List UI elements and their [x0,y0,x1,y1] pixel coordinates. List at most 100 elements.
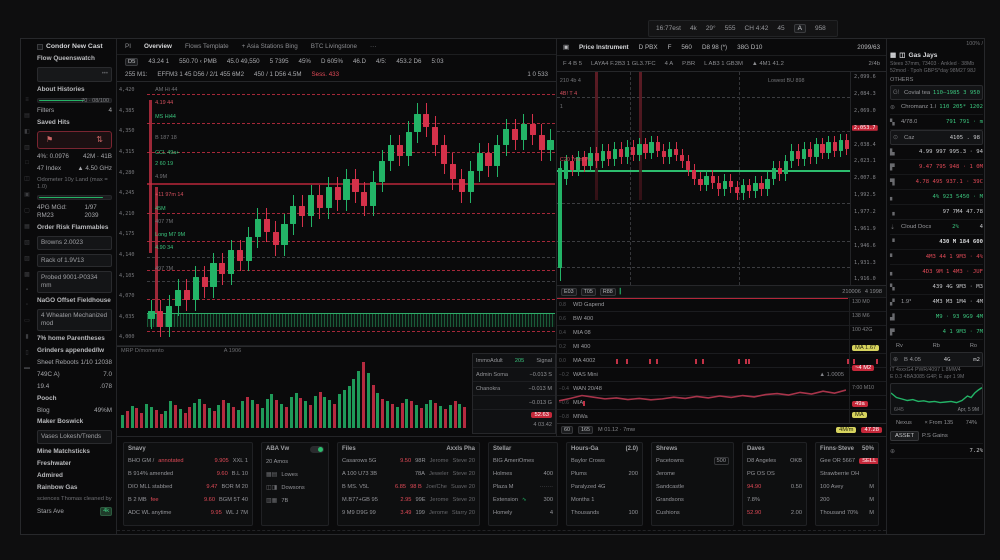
mode-option[interactable]: Rb [933,343,940,349]
tab-5[interactable]: ··· [370,43,376,50]
tab-0[interactable]: PI [125,43,131,50]
table-row[interactable]: Casarows 5G9.5098RJeromeSteve 20 [342,454,475,467]
summary-kv-row[interactable]: ⊕B 4.054Gm2 [890,352,983,367]
toolbar-tool[interactable]: P.BR [682,61,695,67]
sidebar-label[interactable]: Flow Queenswatch [37,55,112,63]
table-row[interactable]: Grandsons [656,493,729,506]
table-row[interactable]: Holmes400 [493,467,553,480]
table-row[interactable]: Gee OR 5667SELL [820,454,874,467]
table-row[interactable]: Plaza M······· [493,480,553,493]
toolbar-item[interactable]: 958 [815,25,826,32]
flag-icon[interactable]: ⚑ [46,135,53,145]
sidebar-label[interactable]: 7% home Parentheses [37,335,112,343]
sidebar-search-input[interactable]: ••• [37,67,112,82]
sidebar-box-item[interactable]: Vases Lokesh/Trends [37,430,112,444]
rail-icon[interactable]: ◧ [24,128,30,135]
sidebar-label[interactable]: Rainbow Gas [37,484,112,492]
sidebar-label[interactable]: About Histories [37,86,112,94]
volume-pane[interactable]: MRP D/momento A 1906 ImmoAdult205SignalA… [117,346,556,436]
mode-option[interactable]: Ro [970,343,977,349]
indicator-row[interactable]: 0.6BW 400 [557,312,886,326]
pane-footer-yellow-badge[interactable]: 4M/m [836,427,857,433]
indicator-row[interactable]: 0.2MI 400 [557,340,886,354]
quote-row[interactable]: ▝430 M 184 600 [890,235,983,250]
sidebar-label[interactable]: Pooch [37,395,112,403]
sidebar-label[interactable]: Maker Boswick [37,418,112,426]
quote-row[interactable]: ▖4D3 9M 1 4M3 · JUF [890,265,983,280]
toolbar-tool[interactable]: 2/4b [869,61,880,67]
tab-1[interactable]: Overview [144,43,172,50]
swap-icon[interactable]: ⇅ [96,135,103,145]
overlay-row[interactable]: −0.013 G [473,396,555,410]
right-chart-plot[interactable]: 210 4b 44B! T 41C20 7mm PaLowest BU 898 [557,72,850,285]
toolbar-tool[interactable]: ▲ 4M1 41.2 [752,61,784,67]
pane-footer-button[interactable]: 60 [561,426,573,434]
quote-row[interactable]: ▘4M3 44 1 9M3 · 4% [890,250,983,265]
quote-row[interactable]: ▟M9 · 93 9G9 4M [890,310,983,325]
table-row[interactable]: PG OS OS [747,467,802,480]
toolbar-item[interactable]: 45 [777,25,784,32]
rail-icon[interactable]: ▢ [24,207,30,214]
toolbar-item[interactable]: 29° [706,25,716,32]
pane-button[interactable]: R88 [600,288,616,296]
pane-button[interactable]: E03 [561,288,577,296]
rail-icon[interactable]: ▭ [24,317,30,324]
table-row[interactable]: 52.902.00 [747,506,802,519]
quote-row[interactable]: ⊛Chromanz 1.0110 205* 1202 [890,100,983,115]
table-row[interactable]: 9 M9 D9G 993.49199JeromeStarry 20 [342,506,475,519]
table-row[interactable]: 20 Amos [266,455,324,468]
rail-icon[interactable]: ▬ [24,365,30,371]
table-row[interactable]: Extension∿300 [493,493,553,506]
rail-icon[interactable]: ▣ [24,191,30,198]
table-row[interactable]: Pacetowns500 [656,454,729,467]
table-row[interactable]: Cushions [656,506,729,519]
indicator-row[interactable]: 0.4MIA 08 [557,326,886,340]
table-row[interactable]: Jerome [656,467,729,480]
table-row[interactable]: A 100 U73 3B78AJewelerSteve 20 [342,467,475,480]
toolbar-tool[interactable]: LAYA4 F.2B3 1 GL3.7FC [591,61,656,67]
rail-icon[interactable]: ▤ [24,112,30,119]
toolbar-tool[interactable]: L AB3 1 GB3M [704,61,743,67]
panel-toggle[interactable] [310,446,324,453]
toolbar-item[interactable]: A [794,24,806,33]
sidebar-box-item[interactable]: 4 Wheaten Mechanized mod [37,309,112,331]
table-row[interactable]: Thousand 70%M [820,506,874,519]
quote-row[interactable]: ▜4.78 495 937.1 · 39C [890,175,983,190]
main-candlestick-chart[interactable]: 4,4204,3854,3504,3154,2804,2454,2104,175… [117,81,556,346]
overlay-alert-badge[interactable]: 52.63 [531,412,552,418]
sidebar-box-item[interactable]: Rack of 1.9V13 [37,254,112,268]
table-row[interactable]: ▥▦7B [266,494,324,507]
header-item[interactable]: D8 98 (*) [702,44,727,51]
sidebar-kv-row[interactable]: 47 Index▲ 4.50 GHz [37,165,112,173]
toolbar-tool[interactable]: 4 A [665,61,674,67]
quote-row[interactable]: ▚439 4G 9M3 · M3 [890,280,983,295]
table-row[interactable]: Plums200 [571,467,638,480]
indicator-row[interactable]: 0.0MA 4002 [557,354,886,368]
quote-row[interactable]: ▛9.47 795 948 · 1 0M [890,160,983,175]
rail-icon[interactable]: ▮ [25,333,28,340]
asset-button[interactable]: ASSET [890,431,919,441]
pane-footer-button[interactable]: 165 [578,426,593,434]
rail-icon[interactable]: ▪ [26,287,28,293]
table-row[interactable]: 94.900.50 [747,480,802,493]
indicator-pane[interactable]: 0.8WD Gapend0.6BW 4000.4MIA 080.2MI 4000… [557,297,886,423]
table-row[interactable]: BIG AmeriOmes [493,454,553,467]
table-row[interactable]: 200M [820,493,874,506]
sidebar-kv-row[interactable]: 19.4.078 [37,383,112,391]
table-row[interactable]: Homely4 [493,506,553,519]
table-row[interactable]: D8 AngelesOKB [747,454,802,467]
table-row[interactable]: B 914% amended9.60B.L 10 [128,467,248,480]
rail-icon[interactable]: ▨ [24,255,30,262]
sidebar-kv-row[interactable]: Blog49%M [37,407,112,415]
toolbar-item[interactable]: 555 [725,25,736,32]
overlay-row[interactable]: ImmoAdult205Signal [473,354,555,368]
table-row[interactable]: Paralyzed 4G [571,480,638,493]
sidebar-box-item[interactable]: Browns 2.0023 [37,236,112,250]
sidebar-label[interactable]: Grinders appended/lw [37,347,112,355]
header-item[interactable]: D PBX [639,44,658,51]
table-row[interactable]: ADC WL anytime9.95WL J 7M [128,506,248,519]
table-row[interactable]: ▦▤Lowes [266,468,324,481]
tab-2[interactable]: Flows Template [185,43,229,50]
quote-row[interactable]: ▗97 7M4 47.78 [890,205,983,220]
overlay-row[interactable]: Chanokra−0.013 M [473,382,555,396]
